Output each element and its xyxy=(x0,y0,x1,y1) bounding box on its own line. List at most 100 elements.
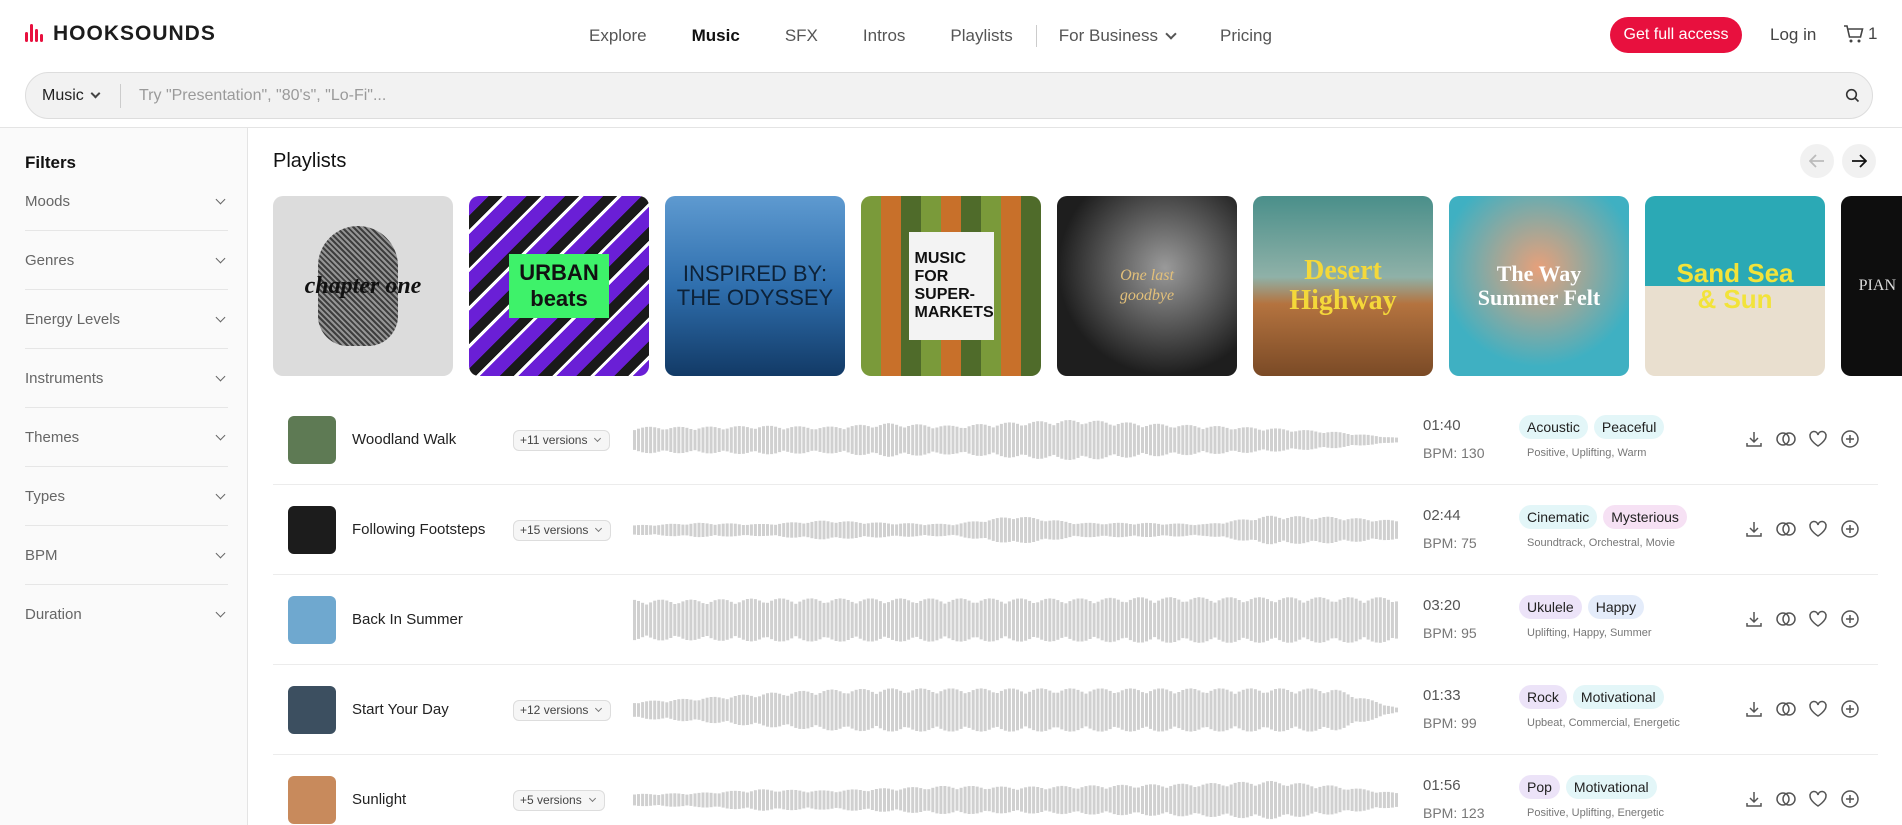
plus-circle-icon[interactable] xyxy=(1839,788,1861,810)
search-icon[interactable] xyxy=(1832,88,1872,103)
versions-dropdown[interactable]: +11 versions xyxy=(513,430,611,451)
heart-icon[interactable] xyxy=(1807,698,1829,720)
track-thumbnail[interactable] xyxy=(288,416,336,464)
playlist-cover[interactable]: Desert Highway xyxy=(1253,196,1433,376)
tag-chip[interactable]: Mysterious xyxy=(1603,505,1687,529)
search-input[interactable] xyxy=(121,86,1832,105)
playlist-cover[interactable]: Sand Sea & Sun xyxy=(1645,196,1825,376)
filter-moods[interactable]: Moods xyxy=(25,172,228,231)
waveform-bar xyxy=(1020,425,1023,455)
tag-chip[interactable]: Motivational xyxy=(1565,775,1657,799)
track-row[interactable]: Following Footsteps +15 versions 02:44 BPM:… xyxy=(273,485,1878,575)
track-title[interactable]: Sunlight xyxy=(352,791,406,808)
tag-chip[interactable]: Cinematic xyxy=(1519,505,1598,529)
waveform-bar xyxy=(1197,524,1201,536)
track-duration: 02:44 xyxy=(1423,507,1461,524)
waveform-bar xyxy=(1153,784,1157,816)
nav-item-playlists[interactable]: Playlists xyxy=(950,26,1012,46)
track-waveform[interactable] xyxy=(633,415,1399,465)
waveform-bar xyxy=(983,521,987,538)
tag-chip[interactable]: Motivational xyxy=(1572,685,1664,709)
waveform-bar xyxy=(1282,519,1286,541)
filter-duration[interactable]: Duration xyxy=(25,585,228,644)
versions-dropdown[interactable]: +5 versions xyxy=(513,790,605,811)
playlist-cover[interactable]: One last goodbye xyxy=(1057,196,1237,376)
similar-icon[interactable] xyxy=(1775,518,1797,540)
tag-chip[interactable]: Pop xyxy=(1519,775,1560,799)
download-icon[interactable] xyxy=(1743,518,1765,540)
playlist-cover[interactable]: PIAN xyxy=(1841,196,1902,376)
track-row[interactable]: Start Your Day +12 versions 01:33 BPM: 99 Ro… xyxy=(273,665,1878,755)
waveform-bar xyxy=(1076,598,1080,642)
tag-chip[interactable]: Peaceful xyxy=(1593,415,1665,439)
track-title[interactable]: Following Footsteps xyxy=(352,521,485,538)
heart-icon[interactable] xyxy=(1807,428,1829,450)
tag-chip[interactable]: Happy xyxy=(1587,595,1645,619)
carousel-prev-button[interactable] xyxy=(1800,144,1834,178)
track-waveform[interactable] xyxy=(633,685,1399,735)
nav-item-for-business[interactable]: For Business xyxy=(1059,26,1177,46)
filter-instruments[interactable]: Instruments xyxy=(25,349,228,408)
track-row[interactable]: Woodland Walk +11 versions 01:40 BPM: 130 Ac… xyxy=(273,395,1878,485)
plus-circle-icon[interactable] xyxy=(1839,608,1861,630)
heart-icon[interactable] xyxy=(1807,518,1829,540)
filter-energy-levels[interactable]: Energy Levels xyxy=(25,290,228,349)
track-thumbnail[interactable] xyxy=(288,686,336,734)
track-waveform[interactable] xyxy=(633,505,1399,555)
heart-icon[interactable] xyxy=(1807,608,1829,630)
cart-button[interactable]: 1 xyxy=(1843,24,1877,44)
waveform-bar xyxy=(1330,785,1334,815)
waveform-bar xyxy=(1173,427,1177,453)
playlist-cover[interactable]: URBAN beats xyxy=(469,196,649,376)
waveform-bar xyxy=(878,601,882,639)
track-thumbnail[interactable] xyxy=(288,596,336,644)
waveform-bar xyxy=(1241,689,1245,731)
download-icon[interactable] xyxy=(1743,698,1765,720)
nav-item-pricing[interactable]: Pricing xyxy=(1220,26,1272,46)
similar-icon[interactable] xyxy=(1775,698,1797,720)
waveform-bar xyxy=(637,794,640,806)
login-link[interactable]: Log in xyxy=(1770,25,1816,45)
download-icon[interactable] xyxy=(1743,608,1765,630)
filter-types[interactable]: Types xyxy=(25,467,228,526)
track-row[interactable]: Back In Summer 03:20 BPM: 95 Ukulele Happy Up… xyxy=(273,575,1878,665)
tag-chip[interactable]: Ukulele xyxy=(1519,595,1582,619)
nav-item-explore[interactable]: Explore xyxy=(589,26,647,46)
versions-dropdown[interactable]: +12 versions xyxy=(513,700,612,721)
download-icon[interactable] xyxy=(1743,788,1765,810)
filter-label: Energy Levels xyxy=(25,310,121,328)
search-type-select[interactable]: Music xyxy=(26,83,121,108)
track-waveform[interactable] xyxy=(633,775,1399,825)
versions-dropdown[interactable]: +15 versions xyxy=(513,520,612,541)
plus-circle-icon[interactable] xyxy=(1839,428,1861,450)
tag-chip[interactable]: Rock xyxy=(1519,685,1567,709)
playlist-cover[interactable]: INSPIRED BY: THE ODYSSEY xyxy=(665,196,845,376)
carousel-next-button[interactable] xyxy=(1842,144,1876,178)
nav-item-intros[interactable]: Intros xyxy=(863,26,906,46)
track-title[interactable]: Woodland Walk xyxy=(352,431,456,448)
similar-icon[interactable] xyxy=(1775,428,1797,450)
track-waveform[interactable] xyxy=(633,595,1399,645)
plus-circle-icon[interactable] xyxy=(1839,698,1861,720)
playlist-cover[interactable]: The Way Summer Felt xyxy=(1449,196,1629,376)
heart-icon[interactable] xyxy=(1807,788,1829,810)
track-thumbnail[interactable] xyxy=(288,776,336,824)
track-title[interactable]: Back In Summer xyxy=(352,611,463,628)
brand-logo[interactable]: HOOKSOUNDS xyxy=(25,22,216,46)
filter-bpm[interactable]: BPM xyxy=(25,526,228,585)
track-title[interactable]: Start Your Day xyxy=(352,701,449,718)
similar-icon[interactable] xyxy=(1775,608,1797,630)
playlist-cover[interactable]: MUSIC FOR SUPER-MARKETS xyxy=(861,196,1041,376)
tag-chip[interactable]: Acoustic xyxy=(1519,415,1588,439)
filter-genres[interactable]: Genres xyxy=(25,231,228,290)
filter-themes[interactable]: Themes xyxy=(25,408,228,467)
track-row[interactable]: Sunlight +5 versions 01:56 BPM: 123 Pop Motiv… xyxy=(273,755,1878,825)
similar-icon[interactable] xyxy=(1775,788,1797,810)
get-full-access-button[interactable]: Get full access xyxy=(1610,17,1742,53)
playlist-cover[interactable]: chapter one xyxy=(273,196,453,376)
track-thumbnail[interactable] xyxy=(288,506,336,554)
nav-item-music[interactable]: Music xyxy=(692,26,740,46)
plus-circle-icon[interactable] xyxy=(1839,518,1861,540)
nav-item-sfx[interactable]: SFX xyxy=(785,26,818,46)
download-icon[interactable] xyxy=(1743,428,1765,450)
